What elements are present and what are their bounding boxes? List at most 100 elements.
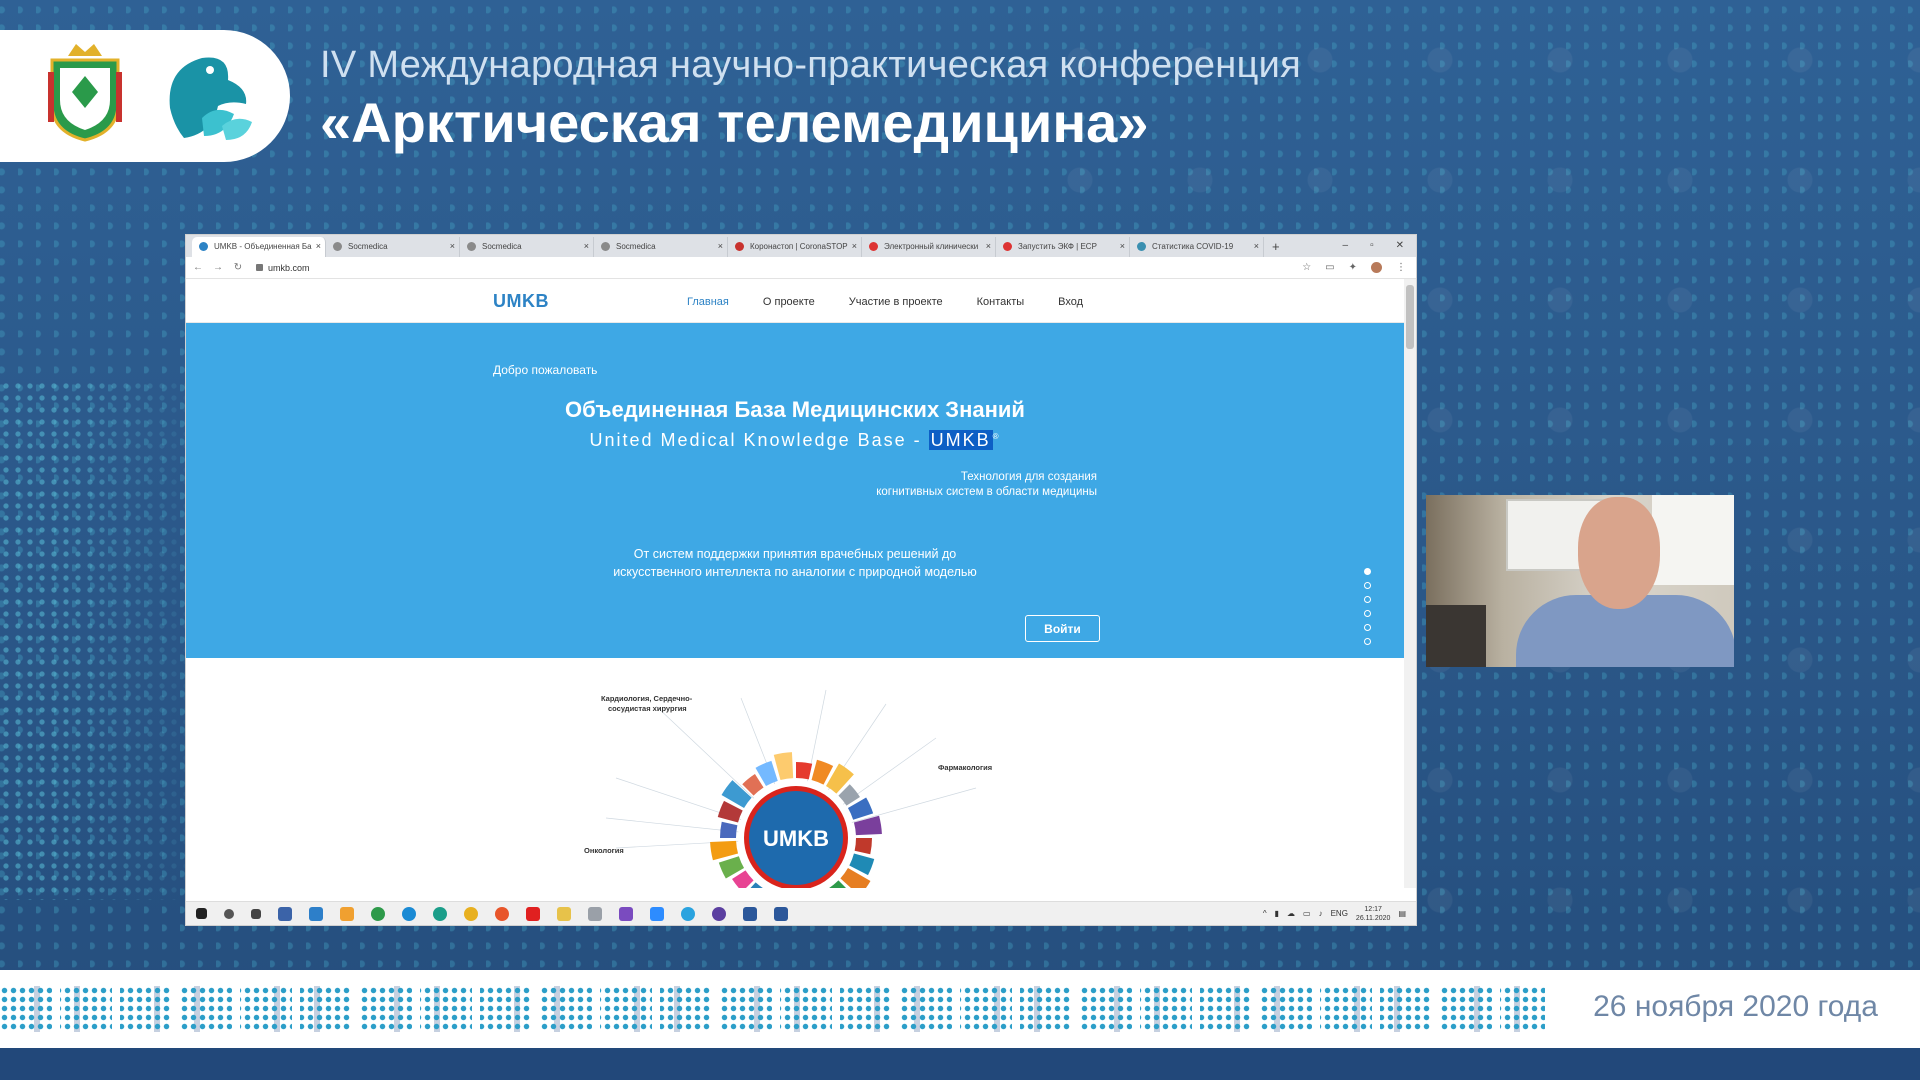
- browser-tab[interactable]: Коронастоп | CoronaSTOP ×: [728, 237, 862, 257]
- notifications-icon[interactable]: ▤: [1398, 909, 1406, 918]
- site-navbar: UMKB Главная О проекте Участие в проекте…: [186, 279, 1404, 323]
- word-icon[interactable]: [743, 906, 757, 921]
- wheel-segment: [796, 762, 813, 780]
- wheel-label: Онкология: [584, 846, 624, 855]
- tab-label: Запустить ЭКФ | ЕСР: [1018, 242, 1097, 251]
- browser-tab[interactable]: UMKB - Объединенная Ба ×: [192, 237, 326, 257]
- hero-description: От систем поддержки принятия врачебных р…: [186, 545, 1404, 581]
- cast-icon[interactable]: ▭: [1325, 262, 1334, 273]
- slider-dot[interactable]: [1364, 596, 1371, 603]
- enter-button[interactable]: Войти: [1025, 615, 1100, 642]
- taskbar-app-icon[interactable]: [712, 906, 726, 921]
- windows-start-icon[interactable]: [196, 908, 207, 919]
- menu-item-home[interactable]: Главная: [687, 296, 729, 308]
- skype-icon[interactable]: [402, 906, 416, 921]
- back-arrow-icon[interactable]: ←: [190, 262, 206, 273]
- maximize-icon[interactable]: ▫: [1370, 240, 1374, 251]
- edge-icon[interactable]: [433, 906, 447, 921]
- slider-dot[interactable]: [1364, 638, 1371, 645]
- slider-dot[interactable]: [1364, 624, 1371, 631]
- browser-tab[interactable]: Socmedica ×: [460, 237, 594, 257]
- volume-icon[interactable]: ♪: [1319, 909, 1323, 918]
- tab-favicon-icon: [1137, 242, 1146, 251]
- taskbar-app-icon[interactable]: [371, 906, 385, 921]
- conference-bird-logo-icon: [169, 57, 252, 140]
- browser-tab[interactable]: Запустить ЭКФ | ЕСР ×: [996, 237, 1130, 257]
- extensions-icon[interactable]: ✦: [1349, 262, 1357, 273]
- visual-studio-icon[interactable]: [619, 906, 633, 921]
- chair: [1426, 605, 1486, 667]
- wheel-label: Фармакология: [938, 763, 993, 772]
- taskbar-app-icon[interactable]: [588, 906, 602, 921]
- taskbar-app-icon[interactable]: [278, 906, 292, 921]
- menu-item-login[interactable]: Вход: [1058, 296, 1083, 308]
- url-field[interactable]: umkb.com: [256, 263, 310, 273]
- clock-date: 26.11.2020: [1355, 914, 1391, 922]
- file-explorer-icon[interactable]: [557, 906, 571, 921]
- tray-chevron-icon[interactable]: ^: [1263, 909, 1267, 918]
- speaker-webcam-feed: [1426, 495, 1734, 667]
- telegram-icon[interactable]: [681, 906, 695, 921]
- language-indicator[interactable]: ENG: [1331, 909, 1348, 918]
- taskbar-clock[interactable]: 12:17 26.11.2020: [1356, 905, 1391, 923]
- tab-close-icon[interactable]: ×: [1254, 241, 1259, 251]
- wheel-segment: [720, 821, 738, 838]
- wheel-label: сосудистая хирургия: [608, 704, 687, 713]
- site-logo[interactable]: UMKB: [493, 291, 549, 312]
- menu-item-participation[interactable]: Участие в проекте: [849, 296, 943, 308]
- tab-label: Коронастоп | CoronaSTOP: [750, 242, 848, 251]
- search-icon[interactable]: [224, 908, 234, 919]
- tab-close-icon[interactable]: ×: [718, 241, 723, 251]
- tab-favicon-icon: [1003, 242, 1012, 251]
- tab-label: Socmedica: [348, 242, 388, 251]
- profile-avatar[interactable]: [1371, 262, 1382, 273]
- new-tab-button[interactable]: +: [1264, 239, 1288, 257]
- firefox-icon[interactable]: [495, 906, 509, 921]
- page-scrollbar[interactable]: [1404, 279, 1416, 888]
- wheel-segment: [773, 752, 794, 781]
- slider-dot[interactable]: [1364, 610, 1371, 617]
- network-icon[interactable]: ▭: [1303, 909, 1311, 918]
- scrollbar-thumb[interactable]: [1406, 285, 1414, 349]
- tab-close-icon[interactable]: ×: [316, 241, 321, 251]
- tab-close-icon[interactable]: ×: [584, 241, 589, 251]
- slider-dot[interactable]: [1364, 582, 1371, 589]
- cloud-icon[interactable]: ☁: [1287, 909, 1295, 918]
- menu-item-about[interactable]: О проекте: [763, 296, 815, 308]
- minimize-icon[interactable]: –: [1343, 240, 1349, 251]
- reload-icon[interactable]: ↻: [230, 262, 246, 273]
- star-icon[interactable]: ☆: [1302, 262, 1311, 273]
- knowledge-wheel-section: UMKB Кардиология, Сердечно- сосудистая х…: [186, 658, 1404, 924]
- tab-close-icon[interactable]: ×: [1120, 241, 1125, 251]
- yandex-icon[interactable]: [526, 906, 540, 921]
- registered-mark: ®: [992, 432, 1001, 441]
- chrome-icon[interactable]: [464, 906, 478, 921]
- forward-arrow-icon[interactable]: →: [210, 262, 226, 273]
- conference-subtitle: IV Международная научно-практическая кон…: [320, 44, 1302, 86]
- tab-close-icon[interactable]: ×: [986, 241, 991, 251]
- url-text: umkb.com: [268, 262, 310, 273]
- mail-icon[interactable]: [309, 906, 323, 921]
- word-icon[interactable]: [774, 906, 788, 921]
- browser-tab[interactable]: Socmedica ×: [594, 237, 728, 257]
- footer-ornament: [0, 986, 1545, 1032]
- close-window-icon[interactable]: ✕: [1396, 240, 1404, 251]
- taskbar-app-icon[interactable]: [340, 906, 354, 921]
- footer-strip: [0, 1048, 1920, 1080]
- windows-taskbar: ^ ▮ ☁ ▭ ♪ ENG 12:17 26.11.2020 ▤: [186, 901, 1416, 925]
- zoom-icon[interactable]: [650, 906, 664, 921]
- speaker-head: [1578, 497, 1660, 609]
- tab-close-icon[interactable]: ×: [450, 241, 455, 251]
- tab-close-icon[interactable]: ×: [852, 241, 857, 251]
- menu-item-contacts[interactable]: Контакты: [977, 296, 1025, 308]
- browser-tab[interactable]: Статистика COVID-19 ×: [1130, 237, 1264, 257]
- menu-dots-icon[interactable]: ⋮: [1396, 262, 1406, 273]
- tab-favicon-icon: [735, 242, 744, 251]
- toolbar-icons: ☆ ▭ ✦ ⋮: [1302, 262, 1416, 273]
- browser-tab[interactable]: Электронный клинически ×: [862, 237, 996, 257]
- browser-tab[interactable]: Socmedica ×: [326, 237, 460, 257]
- microphone-icon[interactable]: ▮: [1275, 909, 1279, 918]
- wheel-segment: [854, 838, 872, 855]
- slider-dot[interactable]: [1364, 568, 1371, 575]
- task-view-icon[interactable]: [251, 908, 261, 919]
